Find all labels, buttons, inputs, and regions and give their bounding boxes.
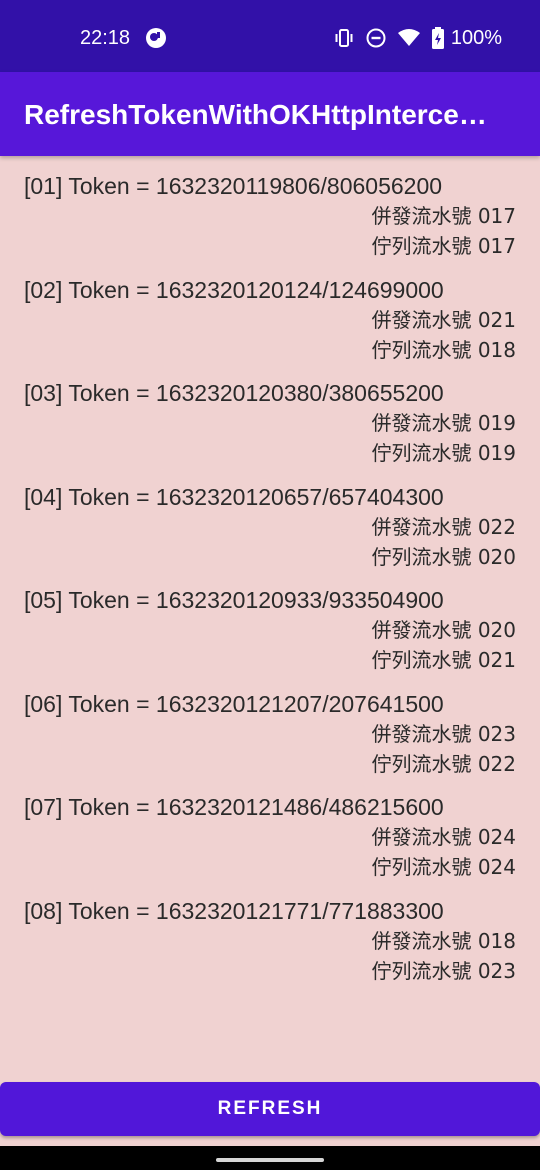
vibrate-icon <box>335 29 353 47</box>
token-text: [01] Token = 1632320119806/806056200 <box>24 173 443 199</box>
queue-serial: 佇列流水號 018 <box>371 337 516 362</box>
list-item: [02] Token = 1632320120124/124699000 併發流… <box>24 260 516 362</box>
battery-percentage: 100% <box>450 26 502 49</box>
concurrent-serial: 併發流水號 018 <box>371 928 516 953</box>
queue-serial: 佇列流水號 024 <box>371 855 516 879</box>
token-text: [05] Token = 1632320120933/933504900 <box>24 587 444 613</box>
concurrent-serial: 併發流水號 022 <box>371 514 516 539</box>
queue-serial: 佇列流水號 022 <box>371 751 516 776</box>
token-list: [01] Token = 1632320119806/806056200 併發流… <box>0 156 540 1076</box>
list-item: [04] Token = 1632320120657/657404300 併發流… <box>24 467 516 569</box>
concurrent-serial: 併發流水號 019 <box>371 411 516 435</box>
concurrent-serial: 併發流水號 024 <box>371 825 516 849</box>
queue-serial: 佇列流水號 021 <box>371 648 516 672</box>
list-item: [01] Token = 1632320119806/806056200 併發流… <box>24 156 516 258</box>
refresh-button[interactable]: REFRESH <box>0 1082 540 1136</box>
navigation-bar <box>0 1146 540 1170</box>
do-not-disturb-icon <box>366 28 386 48</box>
token-text: [06] Token = 1632320121207/207641500 <box>24 690 444 717</box>
home-indicator[interactable] <box>216 1158 324 1162</box>
app-title: RefreshTokenWithOKHttpIntercepto <box>24 99 496 130</box>
queue-serial: 佇列流水號 019 <box>371 441 516 465</box>
concurrent-serial: 併發流水號 021 <box>371 307 516 332</box>
app-notification-icon <box>146 28 166 48</box>
queue-serial: 佇列流水號 017 <box>371 234 516 258</box>
token-text: [02] Token = 1632320120124/124699000 <box>24 276 444 303</box>
battery-icon <box>431 27 444 49</box>
token-text: [04] Token = 1632320120657/657404300 <box>24 483 444 510</box>
list-item: [06] Token = 1632320121207/207641500 併發流… <box>24 674 516 776</box>
concurrent-serial: 併發流水號 023 <box>371 721 516 746</box>
list-item: [03] Token = 1632320120380/380655200 併發流… <box>24 363 516 465</box>
queue-serial: 佇列流水號 020 <box>371 544 516 569</box>
concurrent-serial: 併發流水號 017 <box>371 204 516 228</box>
status-icons: 100% <box>333 24 502 52</box>
token-text: [03] Token = 1632320120380/380655200 <box>24 380 444 406</box>
status-bar: 22:18 100% <box>0 0 540 72</box>
token-text: [08] Token = 1632320121771/771883300 <box>24 897 444 924</box>
status-time: 22:18 <box>80 27 131 49</box>
app-bar: RefreshTokenWithOKHttpIntercepto <box>0 72 540 156</box>
concurrent-serial: 併發流水號 020 <box>371 618 516 642</box>
token-text: [07] Token = 1632320121486/486215600 <box>24 794 444 820</box>
wifi-icon <box>397 29 420 46</box>
list-item: [08] Token = 1632320121771/771883300 併發流… <box>24 881 516 983</box>
list-item: [07] Token = 1632320121486/486215600 併發流… <box>24 777 516 879</box>
list-item: [05] Token = 1632320120933/933504900 併發流… <box>24 570 516 672</box>
queue-serial: 佇列流水號 023 <box>371 958 516 983</box>
